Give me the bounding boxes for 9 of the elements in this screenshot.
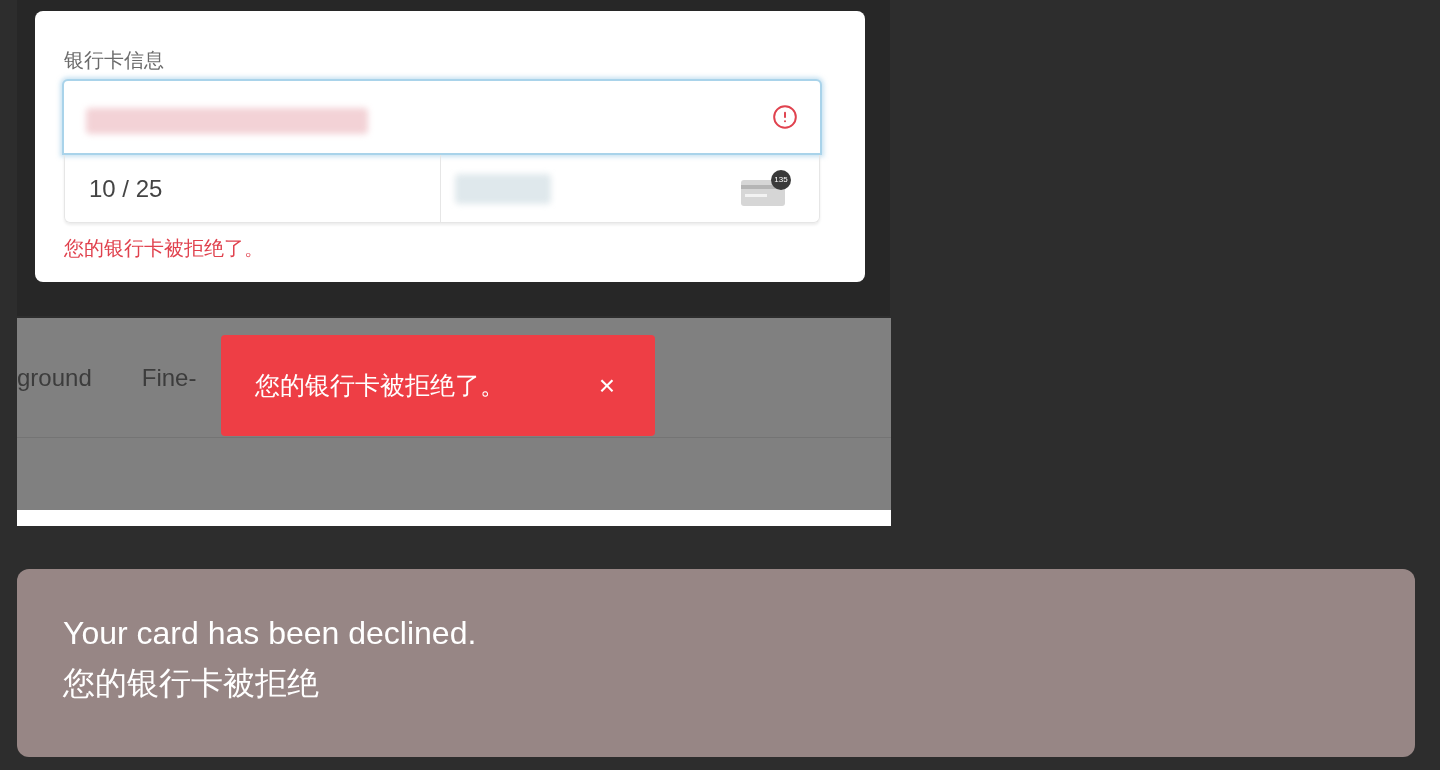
tab[interactable]: ground bbox=[17, 359, 92, 396]
caption-line: Your card has been declined. bbox=[63, 614, 477, 653]
close-button[interactable]: × bbox=[598, 371, 615, 400]
tab[interactable]: Fine- bbox=[141, 359, 197, 396]
card-number-field[interactable] bbox=[62, 79, 822, 155]
caption-line: 您的银行卡被拒绝 bbox=[63, 664, 319, 703]
field-label: 银行卡信息 bbox=[64, 48, 164, 73]
error-message: 您的银行卡被拒绝了。 bbox=[64, 236, 264, 261]
toast-message: 您的银行卡被拒绝了。 bbox=[255, 369, 505, 401]
